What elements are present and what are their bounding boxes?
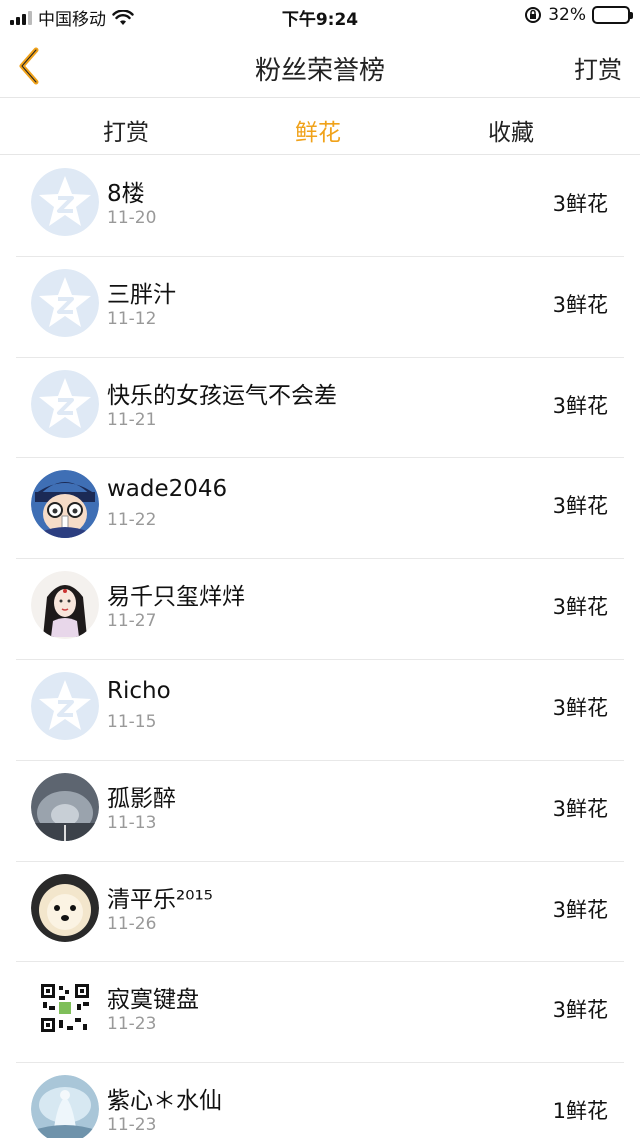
gift-date: 11-13: [107, 812, 157, 833]
flower-count: 3鲜花: [552, 796, 608, 821]
flower-count: 3鲜花: [552, 393, 608, 418]
battery-icon: [592, 6, 633, 24]
gift-date: 11-20: [107, 208, 157, 228]
tab-bar: 打赏 鲜花 收藏: [0, 99, 640, 155]
gift-date: 11-23: [107, 1014, 157, 1035]
list-item[interactable]: 清平乐²⁰¹⁵ 11-26 3鲜花: [16, 862, 624, 963]
default-avatar-icon[interactable]: [31, 671, 99, 740]
user-name: 易千只玺烊烊: [107, 584, 245, 611]
battery-percent: 32%: [548, 5, 586, 25]
user-name: 清平乐²⁰¹⁵: [107, 886, 213, 913]
list-item[interactable]: 寂寞键盘 11-23 3鲜花: [16, 962, 624, 1064]
user-name: wade2046: [107, 476, 228, 503]
nav-bar: 粉丝荣誉榜 打赏: [0, 34, 640, 98]
list-item[interactable]: 三胖汁 11-12 3鲜花: [16, 257, 624, 358]
user-name: 寂寞键盘: [107, 987, 199, 1014]
tab-reward[interactable]: 打赏: [103, 113, 149, 147]
user-name: 快乐的女孩运气不会差: [107, 382, 337, 409]
flower-count: 3鲜花: [552, 998, 608, 1023]
list-item[interactable]: 易千只玺烊烊 11-27 3鲜花: [16, 559, 624, 660]
fantasy-figure-avatar[interactable]: [31, 1075, 99, 1138]
list-item[interactable]: 8楼 11-20 3鲜花: [16, 156, 624, 257]
flower-count: 3鲜花: [552, 292, 608, 317]
flower-count: 1鲜花: [552, 1099, 608, 1124]
gift-date: 11-26: [107, 913, 157, 934]
default-avatar-icon[interactable]: [31, 369, 99, 438]
fan-list: 8楼 11-20 3鲜花 三胖汁 11-12 3鲜花 快乐的女孩运气不会差 11-21 3鲜花 w…: [0, 156, 640, 1138]
tab-favorites[interactable]: 收藏: [488, 113, 534, 147]
qr-code-avatar[interactable]: [31, 974, 99, 1043]
rotation-lock-icon: [525, 7, 542, 23]
list-item[interactable]: wade2046 11-22 3鲜花: [16, 458, 624, 560]
list-item[interactable]: 紫心＊水仙 11-23 1鲜花: [16, 1063, 624, 1138]
user-name: Richo: [107, 677, 171, 704]
page-title: 粉丝荣誉榜: [254, 56, 385, 86]
user-name: 孤影醉: [107, 785, 176, 812]
status-bar: 中国移动 下午9:24 32%: [0, 0, 640, 34]
list-item[interactable]: 快乐的女孩运气不会差 11-21 3鲜花: [16, 358, 624, 459]
flower-count: 3鲜花: [552, 695, 608, 720]
puppy-photo-avatar[interactable]: [31, 873, 99, 942]
status-right: 32%: [524, 5, 633, 25]
cartoon-boy-avatar[interactable]: [31, 470, 99, 539]
default-avatar-icon[interactable]: [31, 268, 99, 337]
gift-date: 11-15: [107, 711, 157, 732]
tunnel-photo-avatar[interactable]: [31, 772, 99, 841]
tab-flowers[interactable]: 鲜花: [295, 113, 341, 147]
user-name: 8楼: [107, 181, 145, 207]
reward-button[interactable]: 打赏: [574, 50, 622, 85]
gift-date: 11-22: [107, 510, 157, 531]
list-item[interactable]: Richo 11-15 3鲜花: [16, 660, 624, 761]
user-name: 紫心＊水仙: [107, 1088, 222, 1115]
flower-count: 3鲜花: [552, 494, 608, 519]
list-item[interactable]: 孤影醉 11-13 3鲜花: [16, 761, 624, 862]
flower-count: 3鲜花: [552, 192, 608, 216]
gift-date: 11-27: [107, 611, 157, 632]
girl-portrait-avatar[interactable]: [31, 571, 99, 640]
gift-date: 11-12: [107, 308, 157, 329]
gift-date: 11-21: [107, 409, 157, 430]
flower-count: 3鲜花: [552, 897, 608, 922]
gift-date: 11-23: [107, 1115, 157, 1136]
default-avatar-icon[interactable]: [31, 168, 99, 236]
flower-count: 3鲜花: [552, 595, 608, 620]
user-name: 三胖汁: [107, 281, 176, 308]
